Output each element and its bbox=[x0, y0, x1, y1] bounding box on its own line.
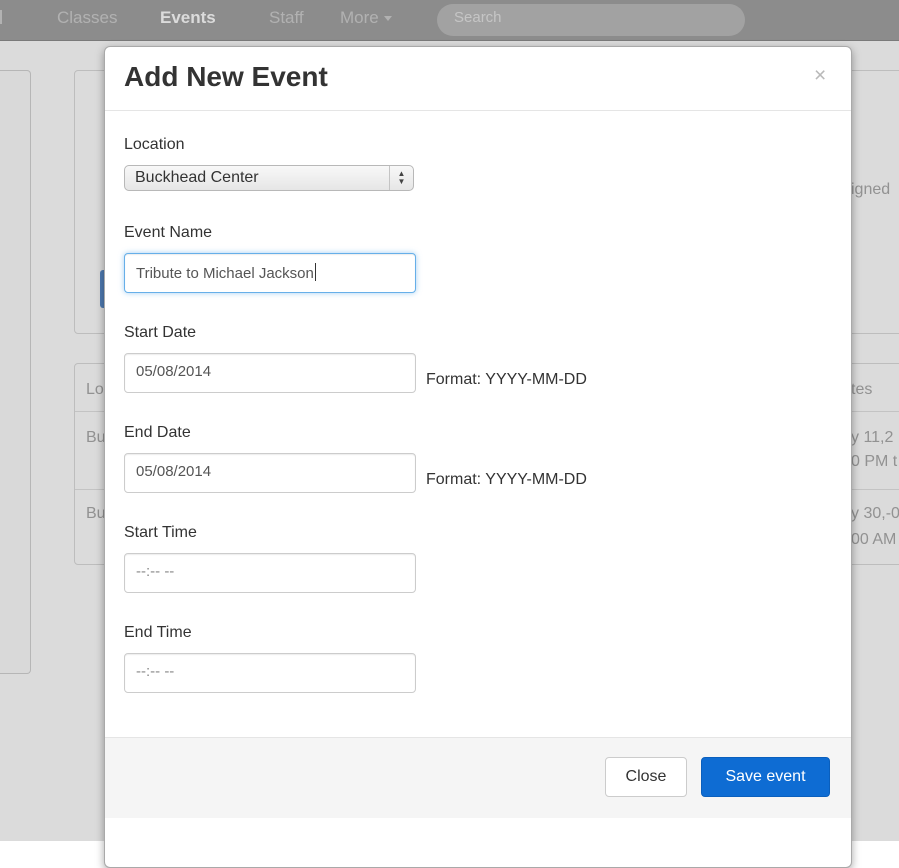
start-date-label: Start Date bbox=[124, 324, 197, 341]
event-name-input[interactable]: Tribute to Michael Jackson bbox=[124, 253, 416, 293]
modal-title: Add New Event bbox=[124, 61, 328, 92]
save-event-button[interactable]: Save event bbox=[701, 757, 830, 797]
text-cursor bbox=[314, 263, 316, 281]
add-event-modal: Add New Event × Location Buckhead Center… bbox=[104, 46, 852, 868]
end-time-value: --:-- -- bbox=[136, 663, 175, 680]
close-button[interactable]: Close bbox=[605, 757, 687, 797]
modal-header: Add New Event × bbox=[105, 47, 851, 111]
select-arrows-icon: ▲ ▼ bbox=[389, 166, 413, 190]
start-time-value: --:-- -- bbox=[136, 563, 175, 580]
modal-footer: Close Save event bbox=[105, 737, 851, 818]
location-select-value: Buckhead Center bbox=[135, 169, 259, 186]
end-date-input[interactable]: 05/08/2014 bbox=[124, 453, 416, 493]
end-date-format-hint: Format: YYYY-MM-DD bbox=[426, 471, 587, 488]
event-name-label: Event Name bbox=[124, 224, 213, 241]
start-date-input[interactable]: 05/08/2014 bbox=[124, 353, 416, 393]
start-date-format-hint: Format: YYYY-MM-DD bbox=[426, 371, 587, 388]
start-time-input[interactable]: --:-- -- bbox=[124, 553, 416, 593]
end-date-value: 05/08/2014 bbox=[136, 463, 212, 480]
event-name-value: Tribute to Michael Jackson bbox=[136, 265, 314, 282]
end-time-label: End Time bbox=[124, 624, 192, 641]
close-icon[interactable]: × bbox=[814, 65, 826, 86]
end-time-input[interactable]: --:-- -- bbox=[124, 653, 416, 693]
location-select[interactable]: Buckhead Center ▲ ▼ bbox=[124, 165, 414, 191]
end-date-label: End Date bbox=[124, 424, 191, 441]
location-label: Location bbox=[124, 136, 185, 153]
start-time-label: Start Time bbox=[124, 524, 197, 541]
start-date-value: 05/08/2014 bbox=[136, 363, 212, 380]
